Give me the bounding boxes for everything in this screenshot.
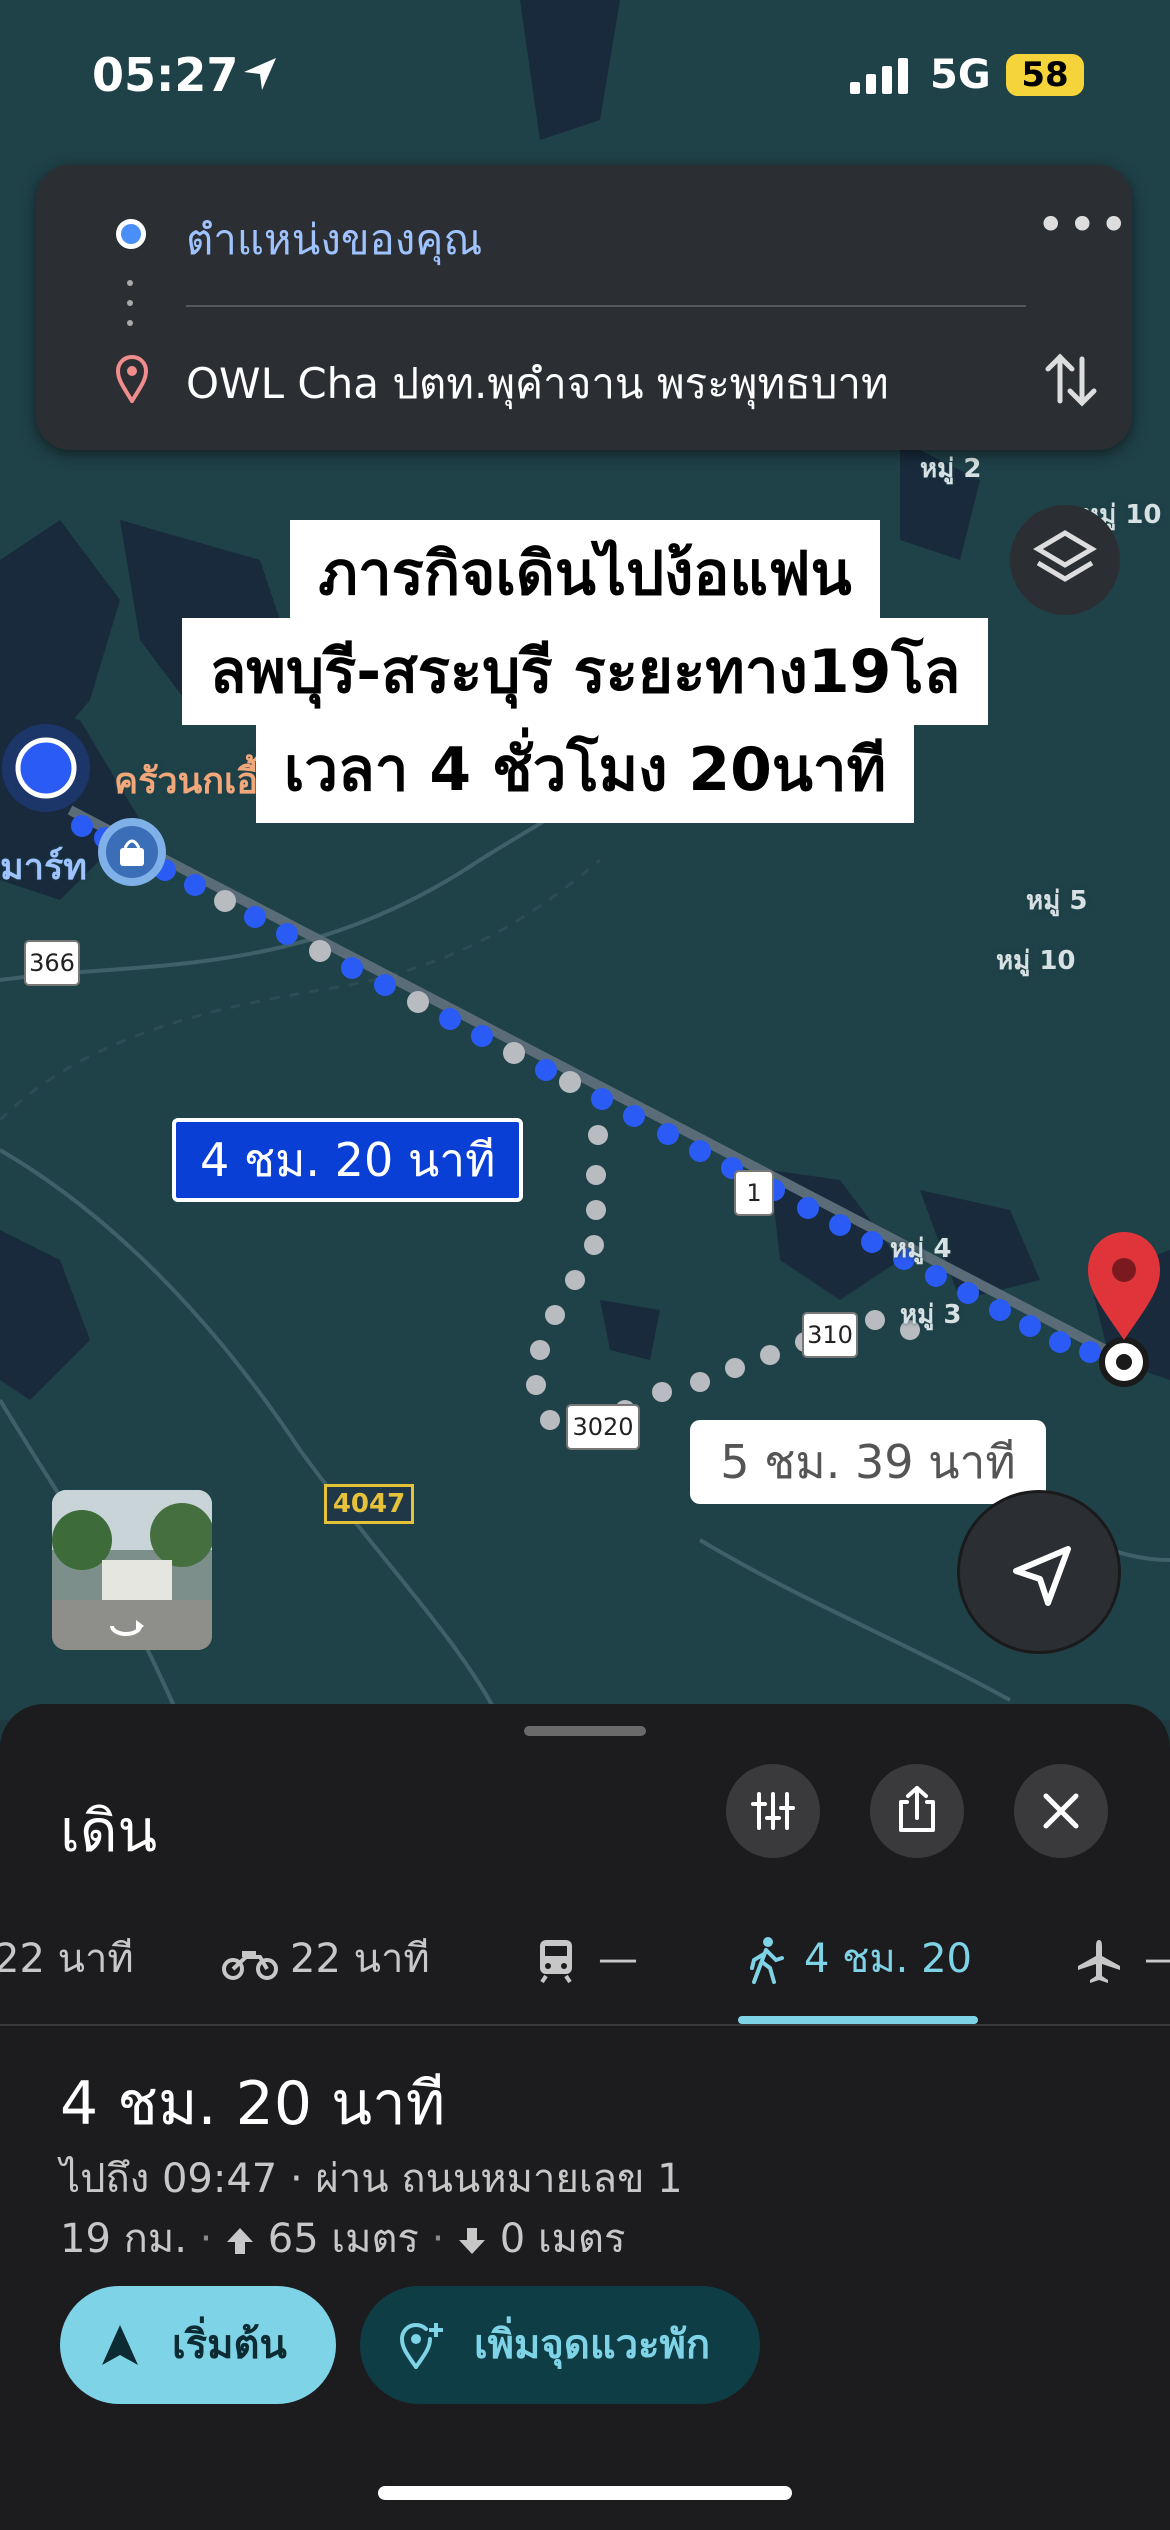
village-label: หมู่ 4 bbox=[890, 1234, 952, 1264]
start-label: เริ่มต้น bbox=[172, 2322, 287, 2368]
add-stop-pin-icon bbox=[399, 2322, 443, 2369]
close-icon bbox=[1043, 1793, 1079, 1829]
route-options-button[interactable] bbox=[726, 1764, 820, 1858]
motorcycle-icon bbox=[222, 1951, 278, 1980]
road-shield-4047: 4047 bbox=[324, 1484, 414, 1524]
start-button[interactable]: เริ่มต้น bbox=[60, 2286, 336, 2404]
primary-route bbox=[71, 815, 1101, 1363]
arrow-up-icon bbox=[227, 2228, 254, 2254]
swap-vertical-icon bbox=[1045, 353, 1097, 407]
origin-field[interactable]: ตำแหน่งของคุณ bbox=[186, 207, 482, 273]
road-shield-310: 310 bbox=[802, 1312, 858, 1358]
destination-field[interactable]: OWL Cha ปตท.พุคำจาน พระพุทธบาท bbox=[186, 351, 889, 417]
share-button[interactable] bbox=[870, 1764, 964, 1858]
tab-label: 4 ชม. 20 bbox=[804, 1936, 973, 1982]
place-label[interactable]: มาร์ท bbox=[0, 838, 87, 895]
route-input-card: ตำแหน่งของคุณ OWL Cha ปตท.พุคำจาน พระพุท… bbox=[36, 165, 1132, 450]
road-shield-3020: 3020 bbox=[566, 1404, 640, 1450]
sliders-icon bbox=[751, 1792, 795, 1830]
shopping-poi-icon bbox=[98, 818, 166, 886]
navigation-start-icon bbox=[102, 2325, 138, 2365]
share-icon bbox=[899, 1786, 935, 1832]
airplane-icon bbox=[1078, 1940, 1120, 1983]
street-view-image bbox=[52, 1490, 212, 1650]
caption-line: เวลา 4 ชั่วโมง 20นาที bbox=[255, 716, 915, 823]
route-time-primary[interactable]: 4 ชม. 20 นาที bbox=[172, 1118, 524, 1202]
caption-line: ภารกิจเดินไปง้อแฟน bbox=[290, 520, 880, 627]
overlay-caption: ภารกิจเดินไปง้อแฟน ลพบุรี-สระบุรี ระยะทา… bbox=[0, 520, 1170, 823]
walk-icon bbox=[750, 1937, 784, 1984]
tab-label: 22 นาที bbox=[290, 1936, 430, 1982]
route-stats: 19 กม. · 65 เมตร · 0 เมตร bbox=[60, 2216, 626, 2262]
caption-line: ลพบุรี-สระบุรี ระยะทาง19โล bbox=[181, 618, 989, 725]
village-label: หมู่ 3 bbox=[900, 1300, 962, 1330]
tab-motorcycle[interactable]: 22 นาที bbox=[222, 1904, 430, 2014]
active-tab-indicator bbox=[738, 2016, 978, 2024]
tab-walk[interactable]: 4 ชม. 20 bbox=[748, 1904, 972, 2014]
tab-transit[interactable]: — bbox=[536, 1904, 638, 2014]
recenter-button[interactable] bbox=[957, 1490, 1121, 1654]
transit-icon bbox=[540, 1940, 572, 1984]
origin-dot-icon bbox=[116, 219, 146, 249]
tab-label: — bbox=[1144, 1936, 1170, 1982]
village-label: หมู่ 10 bbox=[996, 946, 1076, 976]
divider bbox=[0, 2024, 1170, 2026]
ascent: 65 เมตร bbox=[267, 2216, 419, 2262]
status-bar: 05:27 5G 58 bbox=[0, 0, 1170, 150]
travel-mode-title: เดิน bbox=[60, 1797, 158, 1865]
tab-flight[interactable]: — bbox=[1074, 1904, 1170, 2014]
road-shield-366: 366 bbox=[24, 940, 80, 986]
village-label: หมู่ 2 bbox=[920, 454, 982, 484]
descent: 0 เมตร bbox=[499, 2216, 626, 2262]
add-stop-button[interactable]: เพิ่มจุดแวะพัก bbox=[360, 2286, 760, 2404]
network-type: 5G bbox=[930, 52, 991, 98]
tab-label: — bbox=[598, 1936, 638, 1982]
village-label: หมู่ 5 bbox=[1026, 886, 1088, 916]
battery-indicator: 58 bbox=[1006, 54, 1084, 96]
arrow-down-icon bbox=[459, 2228, 486, 2254]
route-time-alternative[interactable]: 5 ชม. 39 นาที bbox=[690, 1420, 1046, 1504]
arrival-info: ไปถึง 09:47 · ผ่าน ถนนหมายเลข 1 bbox=[60, 2156, 683, 2202]
travel-mode-tabs: 22 นาที 22 นาที — 4 ชม. 20 — bbox=[0, 1904, 1170, 2024]
swap-button[interactable] bbox=[1036, 345, 1106, 415]
route-connector bbox=[127, 280, 133, 340]
divider bbox=[186, 305, 1026, 307]
distance: 19 กม. bbox=[60, 2216, 187, 2262]
sheet-handle[interactable] bbox=[524, 1726, 646, 1736]
status-time: 05:27 bbox=[92, 48, 239, 102]
close-button[interactable] bbox=[1014, 1764, 1108, 1858]
navigation-arrow-icon bbox=[1013, 1546, 1071, 1606]
add-stop-label: เพิ่มจุดแวะพัก bbox=[474, 2322, 711, 2368]
location-arrow-icon bbox=[244, 58, 276, 90]
directions-sheet: เดิน 22 นาที 22 นาที — 4 ชม. 20 4 ชม. 20… bbox=[0, 1704, 1170, 2530]
signal-icon bbox=[850, 58, 908, 94]
street-view-thumbnail[interactable] bbox=[52, 1490, 212, 1650]
tab-car[interactable]: 22 นาที bbox=[0, 1904, 134, 2014]
home-indicator[interactable] bbox=[378, 2486, 792, 2500]
destination-pin-icon bbox=[115, 355, 149, 403]
road-shield-1: 1 bbox=[734, 1170, 774, 1216]
tab-label: 22 นาที bbox=[0, 1936, 134, 1982]
more-options-button[interactable]: ••• bbox=[1036, 200, 1128, 255]
route-duration: 4 ชม. 20 นาที bbox=[60, 2069, 446, 2139]
